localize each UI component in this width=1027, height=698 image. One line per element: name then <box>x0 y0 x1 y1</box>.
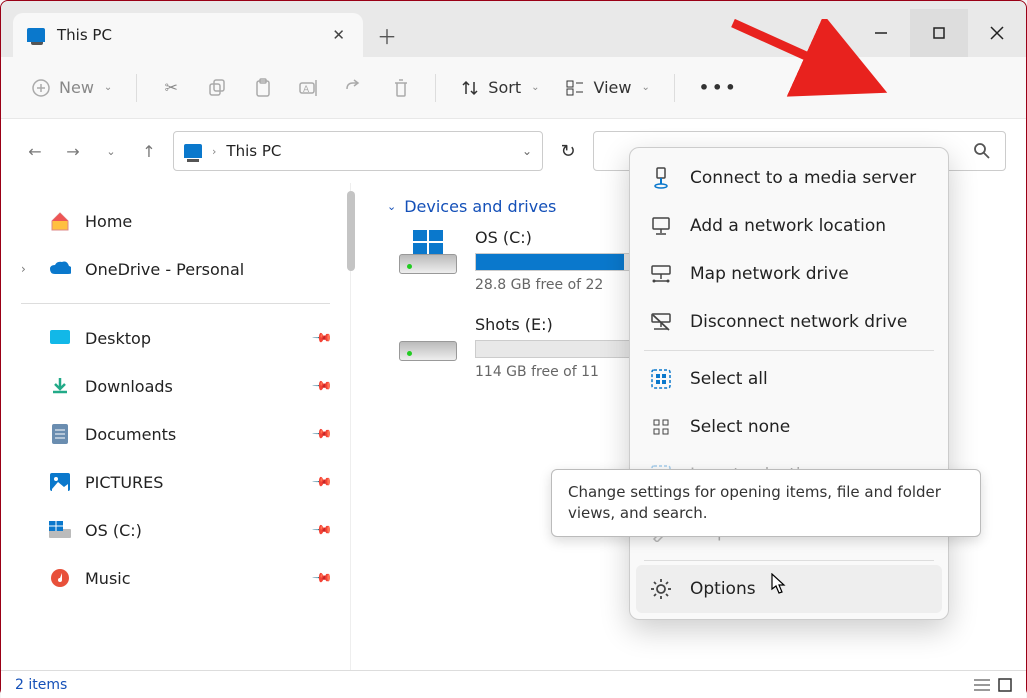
rename-icon: A <box>299 78 319 98</box>
forward-button[interactable]: → <box>59 137 87 165</box>
download-icon <box>49 375 71 397</box>
cut-button[interactable]: ✂ <box>151 72 191 104</box>
monitor-icon <box>27 28 45 42</box>
back-button[interactable]: ← <box>21 137 49 165</box>
tab-title: This PC <box>57 26 112 44</box>
cloud-icon <box>49 258 71 280</box>
pin-icon[interactable]: 📌 <box>311 567 333 589</box>
gear-icon <box>650 578 672 600</box>
plus-circle-icon <box>31 78 51 98</box>
scrollbar-thumb[interactable] <box>347 191 355 271</box>
sidebar-home[interactable]: Home <box>1 197 350 245</box>
up-button[interactable]: ↑ <box>135 137 163 165</box>
thumbnails-view-icon[interactable] <box>998 678 1012 692</box>
delete-button[interactable] <box>381 72 421 104</box>
search-icon <box>973 142 991 160</box>
pin-icon[interactable]: 📌 <box>311 327 333 349</box>
titlebar: This PC ✕ ＋ <box>1 1 1026 57</box>
more-button[interactable]: ••• <box>689 72 749 103</box>
drive-usage-bar <box>475 253 645 271</box>
refresh-button[interactable]: ↻ <box>553 136 583 166</box>
pin-icon[interactable]: 📌 <box>311 519 333 541</box>
menu-media-server[interactable]: Connect to a media server <box>636 154 942 202</box>
clipboard-icon <box>253 78 273 98</box>
sidebar-documents[interactable]: Documents📌 <box>1 410 350 458</box>
paste-button[interactable] <box>243 72 283 104</box>
chevron-down-icon: ⌄ <box>104 82 112 93</box>
ellipsis-icon: ••• <box>699 78 739 97</box>
sidebar-onedrive[interactable]: › OneDrive - Personal <box>1 245 350 293</box>
home-icon <box>49 210 71 232</box>
recent-button[interactable]: ⌄ <box>97 137 125 165</box>
navigation-pane: Home › OneDrive - Personal Desktop📌 Down… <box>1 183 351 670</box>
view-button[interactable]: View⌄ <box>555 72 659 104</box>
share-icon <box>345 78 365 98</box>
sort-icon <box>460 78 480 98</box>
sidebar-music[interactable]: Music📌 <box>1 554 350 602</box>
chevron-right-icon[interactable]: › <box>21 262 26 276</box>
address-bar[interactable]: › This PC ⌄ <box>173 131 543 171</box>
more-menu: Connect to a media server Add a network … <box>629 147 949 620</box>
chevron-right-icon: › <box>212 145 216 158</box>
drive-icon <box>399 234 457 274</box>
item-count: 2 items <box>15 677 67 693</box>
minimize-button[interactable] <box>852 9 910 57</box>
chevron-down-icon: ⌄ <box>531 82 539 93</box>
chevron-down-icon: ⌄ <box>641 82 649 93</box>
drive-network-icon <box>650 263 672 285</box>
menu-add-network-location[interactable]: Add a network location <box>636 202 942 250</box>
sidebar-os-c[interactable]: OS (C:)📌 <box>1 506 350 554</box>
document-icon <box>49 423 71 445</box>
drive-disconnect-icon <box>650 311 672 333</box>
view-icon <box>565 78 585 98</box>
close-tab-icon[interactable]: ✕ <box>328 22 349 48</box>
tooltip: Change settings for opening items, file … <box>551 469 981 537</box>
new-button[interactable]: New⌄ <box>21 72 122 104</box>
select-all-icon <box>650 368 672 390</box>
sort-button[interactable]: Sort⌄ <box>450 72 549 104</box>
select-none-icon <box>650 416 672 438</box>
pin-icon[interactable]: 📌 <box>311 471 333 493</box>
menu-select-all[interactable]: Select all <box>636 355 942 403</box>
menu-map-network-drive[interactable]: Map network drive <box>636 250 942 298</box>
breadcrumb-location[interactable]: This PC <box>226 142 281 160</box>
drive-icon <box>49 519 71 541</box>
drive-usage-bar <box>475 340 645 358</box>
desktop-icon <box>49 327 71 349</box>
share-button[interactable] <box>335 72 375 104</box>
details-view-icon[interactable] <box>974 678 990 692</box>
tab-this-pc[interactable]: This PC ✕ <box>13 13 363 57</box>
pictures-icon <box>49 471 71 493</box>
rename-button[interactable]: A <box>289 72 329 104</box>
trash-icon <box>391 78 411 98</box>
sidebar-downloads[interactable]: Downloads📌 <box>1 362 350 410</box>
svg-text:A: A <box>303 85 310 95</box>
scissors-icon: ✂ <box>161 78 181 98</box>
server-icon <box>650 167 672 189</box>
monitor-icon <box>184 144 202 158</box>
drive-icon <box>399 321 457 361</box>
chevron-down-icon: ⌄ <box>387 200 396 213</box>
toolbar: New⌄ ✂ A Sort⌄ View⌄ ••• <box>1 57 1026 119</box>
maximize-button[interactable] <box>910 9 968 57</box>
copy-icon <box>207 78 227 98</box>
chevron-down-icon[interactable]: ⌄ <box>522 144 532 158</box>
menu-select-none[interactable]: Select none <box>636 403 942 451</box>
close-window-button[interactable] <box>968 9 1026 57</box>
music-icon <box>49 567 71 589</box>
pin-icon[interactable]: 📌 <box>311 375 333 397</box>
window-controls <box>852 9 1026 57</box>
status-bar: 2 items <box>1 670 1026 698</box>
copy-button[interactable] <box>197 72 237 104</box>
new-tab-button[interactable]: ＋ <box>363 13 411 57</box>
menu-disconnect-network-drive[interactable]: Disconnect network drive <box>636 298 942 346</box>
menu-options[interactable]: Options <box>636 565 942 613</box>
sidebar-desktop[interactable]: Desktop📌 <box>1 314 350 362</box>
sidebar-pictures[interactable]: PICTURES📌 <box>1 458 350 506</box>
pin-icon[interactable]: 📌 <box>311 423 333 445</box>
monitor-network-icon <box>650 215 672 237</box>
